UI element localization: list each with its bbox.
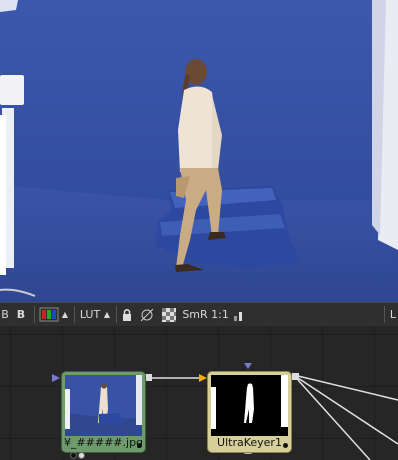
flow-connections	[52, 363, 398, 460]
zoom-1to1-button[interactable]: 1:1	[210, 306, 230, 323]
loader-input-triangle	[52, 374, 60, 382]
loader-thumbnail	[65, 375, 142, 436]
levels-icon[interactable]	[232, 306, 246, 323]
lock-icon[interactable]	[120, 306, 134, 323]
loader-node-label: ¥_#####.jpg	[63, 436, 144, 449]
guides-icon[interactable]	[138, 306, 156, 323]
keyer-input-triangle	[199, 374, 207, 382]
lut-dropdown-arrow[interactable]: ▲	[102, 306, 112, 323]
lock-b-button[interactable]: B	[0, 306, 10, 323]
color-channel-button[interactable]	[38, 306, 60, 323]
ultrakeyer-node[interactable]: UltraKeyer1	[207, 371, 292, 453]
keyer-mask-triangle	[244, 363, 252, 369]
smr-button[interactable]: SmR	[182, 306, 208, 323]
viewer-image[interactable]	[0, 0, 398, 302]
bluescreen-scene	[0, 0, 398, 302]
checker-icon[interactable]	[160, 306, 178, 323]
rgb-channels-icon	[39, 307, 59, 322]
ultrakeyer-thumbnail	[211, 375, 288, 436]
flow-editor[interactable]: ¥_#####.jpg UltraKeyer1	[0, 326, 398, 460]
right-panel-label: L	[389, 308, 397, 321]
loader-node[interactable]: ¥_#####.jpg	[61, 371, 146, 453]
loader-status-dot	[137, 443, 142, 448]
loader-view-dot-b[interactable]	[78, 452, 85, 459]
loader-view-dot-a[interactable]	[70, 452, 77, 459]
viewer-toolbar: B B ▲ LUT ▲ SmR 1:1 L	[0, 302, 398, 327]
ultrakeyer-node-label: UltraKeyer1	[217, 436, 282, 449]
lut-button[interactable]: LUT	[78, 306, 102, 323]
channel-dropdown-arrow[interactable]: ▲	[60, 306, 70, 323]
b-buffer-button[interactable]: B	[14, 306, 28, 323]
keyer-status-dot	[283, 443, 288, 448]
